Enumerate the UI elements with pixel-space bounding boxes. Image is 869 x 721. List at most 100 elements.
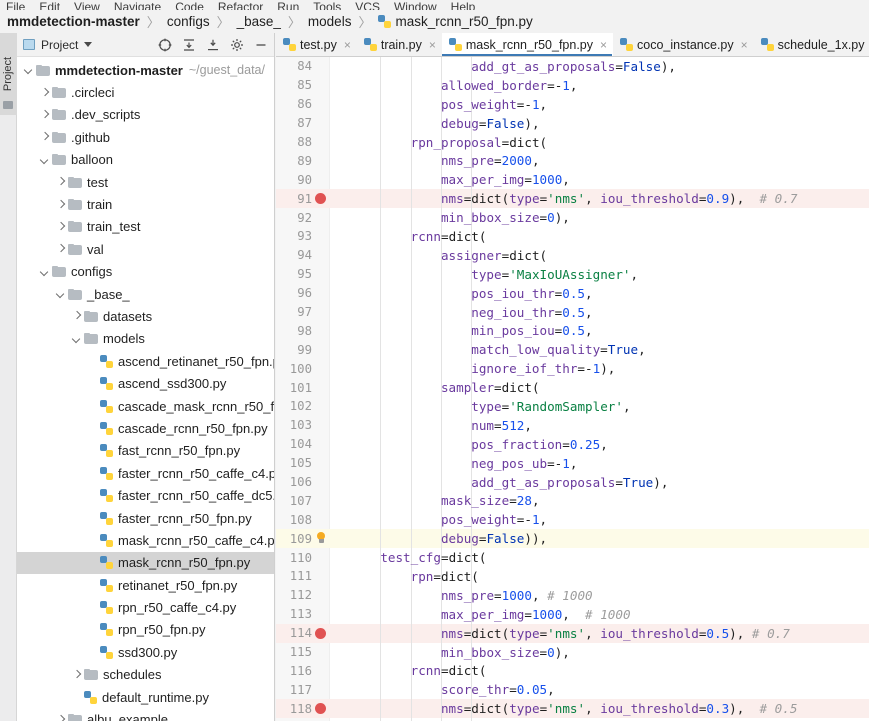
- menu-item-file[interactable]: File: [6, 1, 25, 10]
- close-icon[interactable]: ×: [600, 38, 607, 52]
- chevron-right-icon[interactable]: [71, 669, 82, 680]
- project-tool-window-button[interactable]: Project: [0, 33, 17, 115]
- token-pl: ,: [585, 304, 593, 320]
- tree-node[interactable]: mask_rcnn_r50_caffe_c4.py: [17, 529, 274, 551]
- code-text: debug=False)),: [441, 531, 547, 546]
- chevron-down-icon[interactable]: [71, 333, 82, 344]
- menu-item-tools[interactable]: Tools: [313, 1, 341, 10]
- tree-node-label: .github: [71, 129, 111, 145]
- locate-icon[interactable]: [156, 36, 174, 54]
- tree-node[interactable]: rpn_r50_fpn.py: [17, 619, 274, 641]
- tree-node[interactable]: _base_: [17, 283, 274, 305]
- chevron-right-icon[interactable]: [39, 132, 50, 143]
- code-text: add_gt_as_proposals=False),: [471, 59, 676, 74]
- python-file-icon: [378, 15, 392, 28]
- tree-node[interactable]: mmdetection-master ~/guest_data/: [17, 59, 274, 81]
- menu-item-code[interactable]: Code: [175, 1, 204, 10]
- editor-tab-bar[interactable]: test.py × train.py × mask_rcnn_r50_fpn.py × co…: [276, 33, 869, 57]
- tree-node[interactable]: ssd300.py: [17, 641, 274, 663]
- token-pl: =: [509, 682, 517, 698]
- breadcrumb-item-3[interactable]: models: [308, 14, 352, 29]
- token-id: neg_iou_thr: [471, 304, 555, 320]
- chevron-down-icon[interactable]: [39, 266, 50, 277]
- tree-node[interactable]: test: [17, 171, 274, 193]
- editor-tab-train-py[interactable]: train.py ×: [357, 33, 442, 56]
- breadcrumb-item-2[interactable]: _base_: [237, 14, 281, 29]
- breadcrumb-item-0[interactable]: mmdetection-master: [7, 14, 140, 29]
- chevron-right-icon[interactable]: [55, 714, 66, 721]
- chevron-right-icon[interactable]: [55, 221, 66, 232]
- chevron-down-icon[interactable]: [84, 42, 93, 47]
- token-pl: =: [539, 644, 548, 660]
- tree-spacer: [87, 647, 98, 658]
- tree-node-label: faster_rcnn_r50_caffe_dc5.py: [118, 488, 274, 504]
- menu-bar[interactable]: File Edit View Navigate Code Refactor Run Tools…: [0, 0, 869, 10]
- tree-node-label: albu_example: [87, 712, 168, 721]
- tree-node[interactable]: mask_rcnn_r50_fpn.py: [17, 551, 274, 574]
- chevron-right-icon[interactable]: [55, 244, 66, 255]
- chevron-right-icon[interactable]: [39, 109, 50, 120]
- menu-item-help[interactable]: Help: [451, 1, 476, 10]
- tree-node[interactable]: configs: [17, 261, 274, 283]
- menu-item-vcs[interactable]: VCS: [355, 1, 380, 10]
- tree-node[interactable]: models: [17, 328, 274, 350]
- token-pl: =: [494, 417, 502, 433]
- tree-node[interactable]: rpn_r50_caffe_c4.py: [17, 596, 274, 618]
- editor-tab-mask_rcnn_r50_fpn-py[interactable]: mask_rcnn_r50_fpn.py ×: [441, 33, 614, 56]
- settings-gear-icon[interactable]: [228, 36, 246, 54]
- tree-node[interactable]: balloon: [17, 149, 274, 171]
- chevron-right-icon[interactable]: [55, 177, 66, 188]
- tree-node[interactable]: faster_rcnn_r50_fpn.py: [17, 507, 274, 529]
- tree-node[interactable]: albu_example: [17, 708, 274, 721]
- tree-node[interactable]: schedules: [17, 664, 274, 686]
- tree-node[interactable]: .dev_scripts: [17, 104, 274, 126]
- hide-panel-icon[interactable]: [252, 36, 270, 54]
- close-icon[interactable]: ×: [344, 38, 351, 52]
- editor-tab-coco_instance-py[interactable]: coco_instance.py ×: [613, 33, 754, 56]
- tree-node[interactable]: faster_rcnn_r50_caffe_dc5.py: [17, 484, 274, 506]
- tree-spacer: [87, 624, 98, 635]
- breadcrumb[interactable]: mmdetection-master 〉 configs 〉 _base_ 〉 models…: [0, 10, 869, 33]
- tree-node[interactable]: ascend_ssd300.py: [17, 372, 274, 394]
- menu-item-refactor[interactable]: Refactor: [218, 1, 263, 10]
- tree-node[interactable]: default_runtime.py: [17, 686, 274, 708]
- folder-icon: [52, 109, 66, 121]
- breadcrumb-item-1[interactable]: configs: [167, 14, 210, 29]
- chevron-down-icon[interactable]: [39, 154, 50, 165]
- editor-tab-test-py[interactable]: test.py ×: [276, 33, 357, 56]
- tree-node[interactable]: fast_rcnn_r50_fpn.py: [17, 440, 274, 462]
- token-id: type: [509, 191, 540, 207]
- tree-node[interactable]: ascend_retinanet_r50_fpn.py: [17, 350, 274, 372]
- menu-item-window[interactable]: Window: [394, 1, 437, 10]
- menu-item-navigate[interactable]: Navigate: [114, 1, 161, 10]
- token-pl: ,: [531, 493, 540, 509]
- menu-item-run[interactable]: Run: [277, 1, 299, 10]
- chevron-right-icon[interactable]: [71, 311, 82, 322]
- tree-node[interactable]: faster_rcnn_r50_caffe_c4.py: [17, 462, 274, 484]
- tree-node[interactable]: train_test: [17, 216, 274, 238]
- chevron-down-icon[interactable]: [55, 289, 66, 300]
- chevron-right-icon[interactable]: [55, 199, 66, 210]
- collapse-all-icon[interactable]: [204, 36, 222, 54]
- tree-node[interactable]: train: [17, 193, 274, 215]
- tree-node[interactable]: datasets: [17, 305, 274, 327]
- token-pl: =: [615, 474, 623, 490]
- tree-node[interactable]: .circleci: [17, 81, 274, 103]
- chevron-right-icon[interactable]: [39, 87, 50, 98]
- tree-node[interactable]: cascade_mask_rcnn_r50_fpn.py: [17, 395, 274, 417]
- tree-node[interactable]: val: [17, 238, 274, 260]
- project-tree[interactable]: mmdetection-master ~/guest_data/ .circleci…: [17, 57, 274, 721]
- breadcrumb-file[interactable]: mask_rcnn_r50_fpn.py: [378, 14, 533, 29]
- close-icon[interactable]: ×: [741, 38, 748, 52]
- close-icon[interactable]: ×: [429, 38, 436, 52]
- expand-all-icon[interactable]: [180, 36, 198, 54]
- tree-node[interactable]: retinanet_r50_fpn.py: [17, 574, 274, 596]
- menu-item-edit[interactable]: Edit: [39, 1, 60, 10]
- tree-node[interactable]: .github: [17, 126, 274, 148]
- menu-item-view[interactable]: View: [74, 1, 100, 10]
- editor-tab-schedule_1x-py[interactable]: schedule_1x.py×: [754, 33, 869, 56]
- token-id: rcnn: [410, 663, 441, 679]
- code-editor[interactable]: 84 add_gt_as_proposals=False), 85 allowed_b…: [276, 57, 869, 721]
- chevron-down-icon[interactable]: [23, 65, 34, 76]
- tree-node[interactable]: cascade_rcnn_r50_fpn.py: [17, 417, 274, 439]
